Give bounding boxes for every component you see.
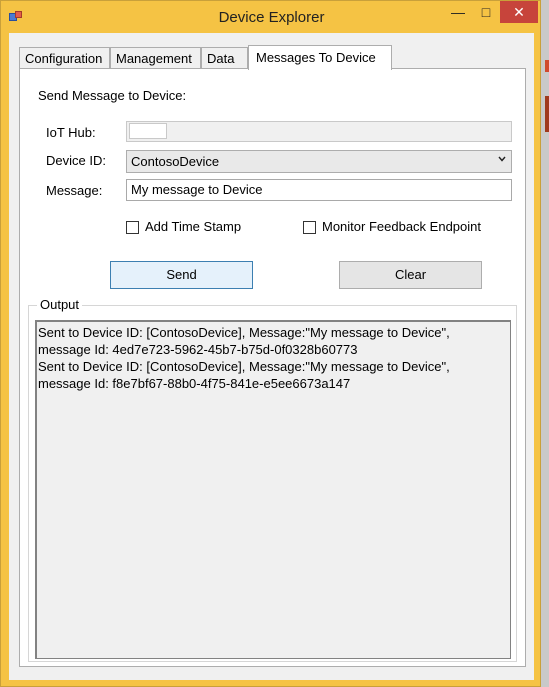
title-bar[interactable]: Device Explorer — □ ✕ <box>1 1 542 33</box>
monitor-feedback-label[interactable]: Monitor Feedback Endpoint <box>322 219 481 234</box>
message-input[interactable]: My message to Device <box>126 179 512 201</box>
tab-configuration[interactable]: Configuration <box>19 47 110 68</box>
tab-messages-to-device[interactable]: Messages To Device <box>248 45 392 70</box>
output-group: Output Sent to Device ID: [ContosoDevice… <box>28 297 517 662</box>
iot-hub-field <box>126 121 512 142</box>
tab-management[interactable]: Management <box>110 47 201 68</box>
send-button[interactable]: Send <box>110 261 253 289</box>
output-line: message Id: f8e7bf67-88b0-4f75-841e-e5ee… <box>38 376 351 391</box>
iot-hub-value-box <box>129 123 167 139</box>
device-id-selected: ContosoDevice <box>131 154 220 169</box>
background-window-edge <box>545 60 549 72</box>
output-group-title: Output <box>37 297 83 312</box>
client-area: Configuration Management Data Messages T… <box>9 33 534 680</box>
minimize-button[interactable]: — <box>444 1 472 23</box>
chevron-down-icon[interactable] <box>498 155 506 163</box>
output-line: Sent to Device ID: [ContosoDevice], Mess… <box>38 325 450 340</box>
add-timestamp-checkbox[interactable] <box>126 221 139 234</box>
device-explorer-window: Device Explorer — □ ✕ Configuration Mana… <box>0 0 541 687</box>
background-window-edge <box>545 96 549 132</box>
tab-data[interactable]: Data <box>201 47 248 68</box>
output-line: Sent to Device ID: [ContosoDevice], Mess… <box>38 359 450 374</box>
add-timestamp-label[interactable]: Add Time Stamp <box>145 219 241 234</box>
message-label: Message: <box>46 183 103 198</box>
messages-to-device-panel: Send Message to Device: IoT Hub: Device … <box>19 68 526 667</box>
device-id-label: Device ID: <box>46 153 106 168</box>
monitor-feedback-checkbox[interactable] <box>303 221 316 234</box>
device-id-dropdown[interactable]: ContosoDevice <box>126 150 512 173</box>
maximize-button[interactable]: □ <box>472 1 500 23</box>
output-textbox[interactable]: Sent to Device ID: [ContosoDevice], Mess… <box>35 320 511 659</box>
clear-button[interactable]: Clear <box>339 261 482 289</box>
send-message-heading: Send Message to Device: <box>38 88 187 103</box>
iot-hub-label: IoT Hub: <box>46 125 96 140</box>
close-button[interactable]: ✕ <box>500 1 538 23</box>
output-line: message Id: 4ed7e723-5962-45b7-b75d-0f03… <box>38 342 358 357</box>
